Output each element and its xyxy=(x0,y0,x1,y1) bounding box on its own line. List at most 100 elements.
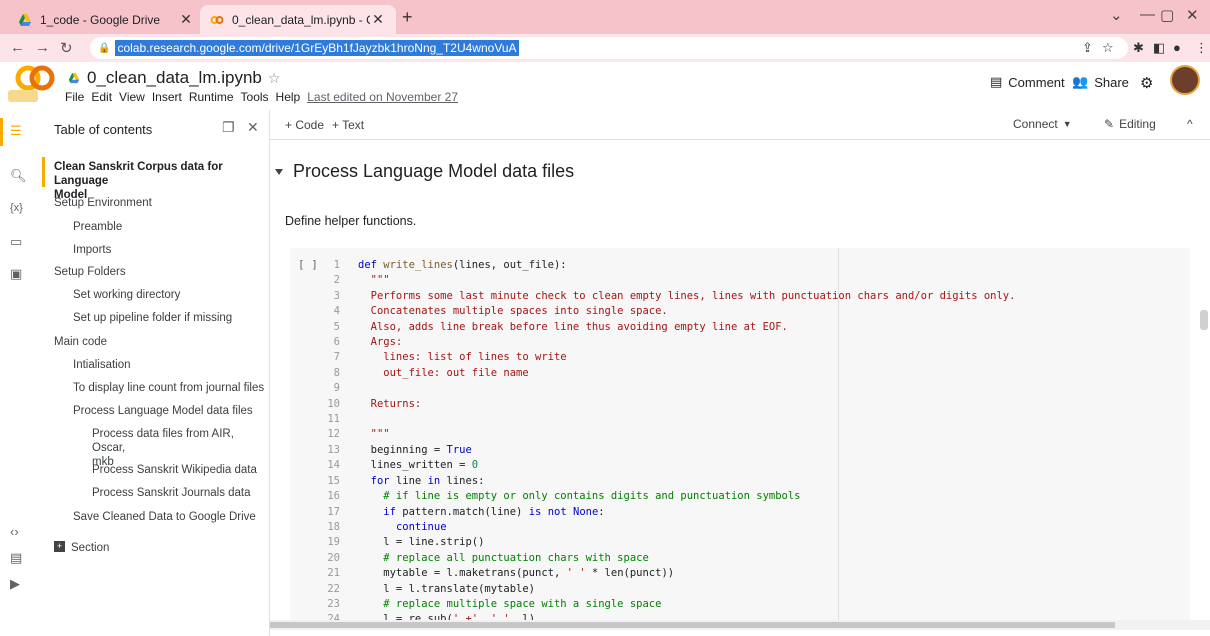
collapse-header-icon[interactable]: ^ xyxy=(1187,117,1193,131)
toc-list-icon[interactable]: ☰ xyxy=(10,123,22,139)
comment-button[interactable]: ▤ Comment xyxy=(990,74,1065,90)
code-line[interactable]: 21 mytable = l.maketrans(punct, ' ' * le… xyxy=(320,566,1180,581)
chevron-down-icon[interactable]: ⌄ xyxy=(1110,6,1123,24)
tab-google-drive[interactable]: 1_code - Google Drive ✕ xyxy=(8,5,204,34)
code-line[interactable]: 7 lines: list of lines to write xyxy=(320,350,1180,365)
scrollbar-thumb[interactable] xyxy=(270,622,1115,628)
code-line[interactable]: 14 lines_written = 0 xyxy=(320,458,1180,473)
back-icon[interactable]: ← xyxy=(10,39,25,56)
code-line[interactable]: 4 Concatenates multiple spaces into sing… xyxy=(320,304,1180,319)
code-snippets-icon[interactable]: ‹› xyxy=(10,524,19,539)
close-tab-icon[interactable]: ✕ xyxy=(370,11,386,28)
folder-icon[interactable]: ▭ xyxy=(10,234,22,250)
new-tab-button[interactable]: + xyxy=(402,7,413,28)
add-code-button[interactable]: + Code xyxy=(285,118,324,132)
left-rail: ☰ 🔍︎ {x} ▭ ▣ ‹› ▤ ▶ xyxy=(0,110,42,636)
close-icon[interactable]: ✕ xyxy=(247,119,259,136)
close-window-icon[interactable]: ✕ xyxy=(1186,6,1199,24)
menu-view[interactable]: View xyxy=(119,90,145,104)
code-editor[interactable]: 1 def write_lines(lines, out_file): 2 """ 3… xyxy=(320,258,1180,628)
code-line[interactable]: 2 """ xyxy=(320,273,1180,288)
maximize-icon[interactable]: ▢ xyxy=(1160,6,1174,24)
toc-item-process-wikipedia[interactable]: Process Sanskrit Wikipedia data xyxy=(92,463,257,477)
toc-item-imports[interactable]: Imports xyxy=(73,243,111,257)
code-line[interactable]: 15 for line in lines: xyxy=(320,474,1180,489)
people-icon: 👥 xyxy=(1072,74,1089,89)
code-line[interactable]: 5 Also, adds line break before line thus… xyxy=(320,320,1180,335)
section-heading[interactable]: Process Language Model data files xyxy=(275,161,574,182)
share-page-icon[interactable]: ⇪ xyxy=(1082,40,1093,56)
profile-icon[interactable]: ● xyxy=(1173,40,1181,55)
minimize-icon[interactable]: — xyxy=(1140,6,1155,23)
toc-item-preamble[interactable]: Preamble xyxy=(73,220,122,234)
last-edited-link[interactable]: Last edited on November 27 xyxy=(307,90,458,104)
code-line[interactable]: 16 # if line is empty or only contains d… xyxy=(320,489,1180,504)
text-cell[interactable]: Define helper functions. xyxy=(285,214,416,228)
add-section-button[interactable]: + Section xyxy=(54,541,109,555)
toc-item-setup-environment[interactable]: Setup Environment xyxy=(54,196,152,210)
collapse-triangle-icon[interactable] xyxy=(275,168,283,175)
connect-button[interactable]: Connect ▼ xyxy=(1013,117,1072,131)
url-text[interactable]: colab.research.google.com/drive/1GrEyBh1… xyxy=(115,40,519,56)
toc-item-intialisation[interactable]: Intialisation xyxy=(73,358,131,372)
toc-item-save-cleaned-data[interactable]: Save Cleaned Data to Google Drive xyxy=(73,510,256,524)
code-line[interactable]: 1 def write_lines(lines, out_file): xyxy=(320,258,1180,273)
bookmark-star-icon[interactable]: ☆ xyxy=(1102,40,1114,56)
menu-insert[interactable]: Insert xyxy=(152,90,182,104)
share-button[interactable]: 👥 Share xyxy=(1072,74,1129,90)
search-icon[interactable]: 🔍︎ xyxy=(10,168,27,184)
code-line[interactable]: 8 out_file: out file name xyxy=(320,366,1180,381)
kebab-menu-icon[interactable]: ⋮ xyxy=(1195,40,1208,56)
toc-item-set-working-directory[interactable]: Set working directory xyxy=(73,288,180,302)
toc-item-setup-folders[interactable]: Setup Folders xyxy=(54,265,126,279)
horizontal-scrollbar[interactable] xyxy=(270,620,1210,630)
add-text-button[interactable]: + Text xyxy=(332,118,364,132)
extensions-icon[interactable]: ✱ xyxy=(1133,40,1144,56)
variables-icon[interactable]: {x} xyxy=(10,202,23,214)
run-cell-button[interactable]: [ ] xyxy=(298,258,318,271)
toc-item-pipeline-folder[interactable]: Set up pipeline folder if missing xyxy=(73,311,232,325)
menu-file[interactable]: File xyxy=(65,90,84,104)
sidepanel-icon[interactable]: ◧ xyxy=(1153,40,1165,56)
code-line[interactable]: 20 # replace all punctuation chars with … xyxy=(320,551,1180,566)
command-palette-icon[interactable]: ▤ xyxy=(10,550,22,566)
menu-help[interactable]: Help xyxy=(276,90,301,104)
avatar[interactable] xyxy=(1170,65,1200,95)
open-in-tab-icon[interactable]: ❐ xyxy=(222,119,235,136)
terminal-icon[interactable]: ▶ xyxy=(10,576,20,592)
line-number: 9 xyxy=(333,382,340,395)
toc-item-main-code[interactable]: Main code xyxy=(54,335,107,349)
code-cell[interactable]: [ ] 1 def write_lines(lines, out_file): 2 … xyxy=(290,248,1190,628)
calendar-icon[interactable]: ▣ xyxy=(10,266,22,282)
code-line[interactable]: 22 l = l.translate(mytable) xyxy=(320,582,1180,597)
code-line[interactable]: 23 # replace multiple space with a singl… xyxy=(320,597,1180,612)
editing-mode-button[interactable]: ✎ Editing xyxy=(1104,117,1156,131)
code-line[interactable]: 19 l = line.strip() xyxy=(320,535,1180,550)
menu-runtime[interactable]: Runtime xyxy=(189,90,234,104)
google-drive-icon[interactable] xyxy=(67,72,81,84)
vertical-scrollbar-thumb[interactable] xyxy=(1200,310,1208,330)
toc-item-process-journals[interactable]: Process Sanskrit Journals data xyxy=(92,486,251,500)
reload-icon[interactable]: ↻ xyxy=(60,39,73,57)
close-tab-icon[interactable]: ✕ xyxy=(178,11,194,28)
settings-gear-icon[interactable]: ⚙ xyxy=(1140,74,1153,92)
code-line[interactable]: 3 Performs some last minute check to cle… xyxy=(320,289,1180,304)
code-line[interactable]: 9 xyxy=(320,381,1180,396)
notebook-filename[interactable]: 0_clean_data_lm.ipynb xyxy=(87,68,262,88)
code-line[interactable]: 13 beginning = True xyxy=(320,443,1180,458)
code-text: # replace multiple space with a single s… xyxy=(358,597,662,610)
toc-item-process-lm-data[interactable]: Process Language Model data files xyxy=(73,404,253,418)
code-line[interactable]: 12 """ xyxy=(320,427,1180,442)
menu-tools[interactable]: Tools xyxy=(241,90,269,104)
code-line[interactable]: 17 if pattern.match(line) is not None: xyxy=(320,505,1180,520)
forward-icon[interactable]: → xyxy=(35,39,50,56)
toc-item-line-count[interactable]: To display line count from journal files xyxy=(73,381,264,395)
tab-colab[interactable]: 0_clean_data_lm.ipynb - Colabor ✕ xyxy=(200,5,396,34)
code-line[interactable]: 10 Returns: xyxy=(320,397,1180,412)
line-number: 6 xyxy=(333,336,340,349)
code-line[interactable]: 18 continue xyxy=(320,520,1180,535)
star-icon[interactable]: ☆ xyxy=(268,70,281,87)
code-line[interactable]: 11 xyxy=(320,412,1180,427)
code-line[interactable]: 6 Args: xyxy=(320,335,1180,350)
menu-edit[interactable]: Edit xyxy=(91,90,112,104)
